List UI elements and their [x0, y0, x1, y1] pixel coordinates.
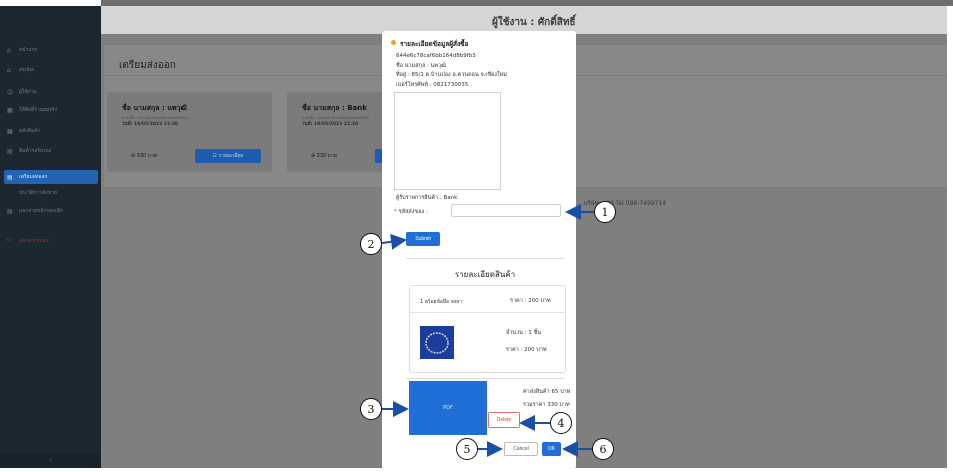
callout-1: 1 [594, 201, 616, 223]
callout-2: 2 [360, 233, 382, 255]
callout-arrow-2 [381, 233, 407, 250]
annotation-arrows [381, 204, 594, 457]
callout-6: 6 [592, 438, 614, 460]
callout-4: 4 [550, 412, 572, 434]
callout-5: 5 [456, 438, 478, 460]
callout-3: 3 [360, 398, 382, 420]
